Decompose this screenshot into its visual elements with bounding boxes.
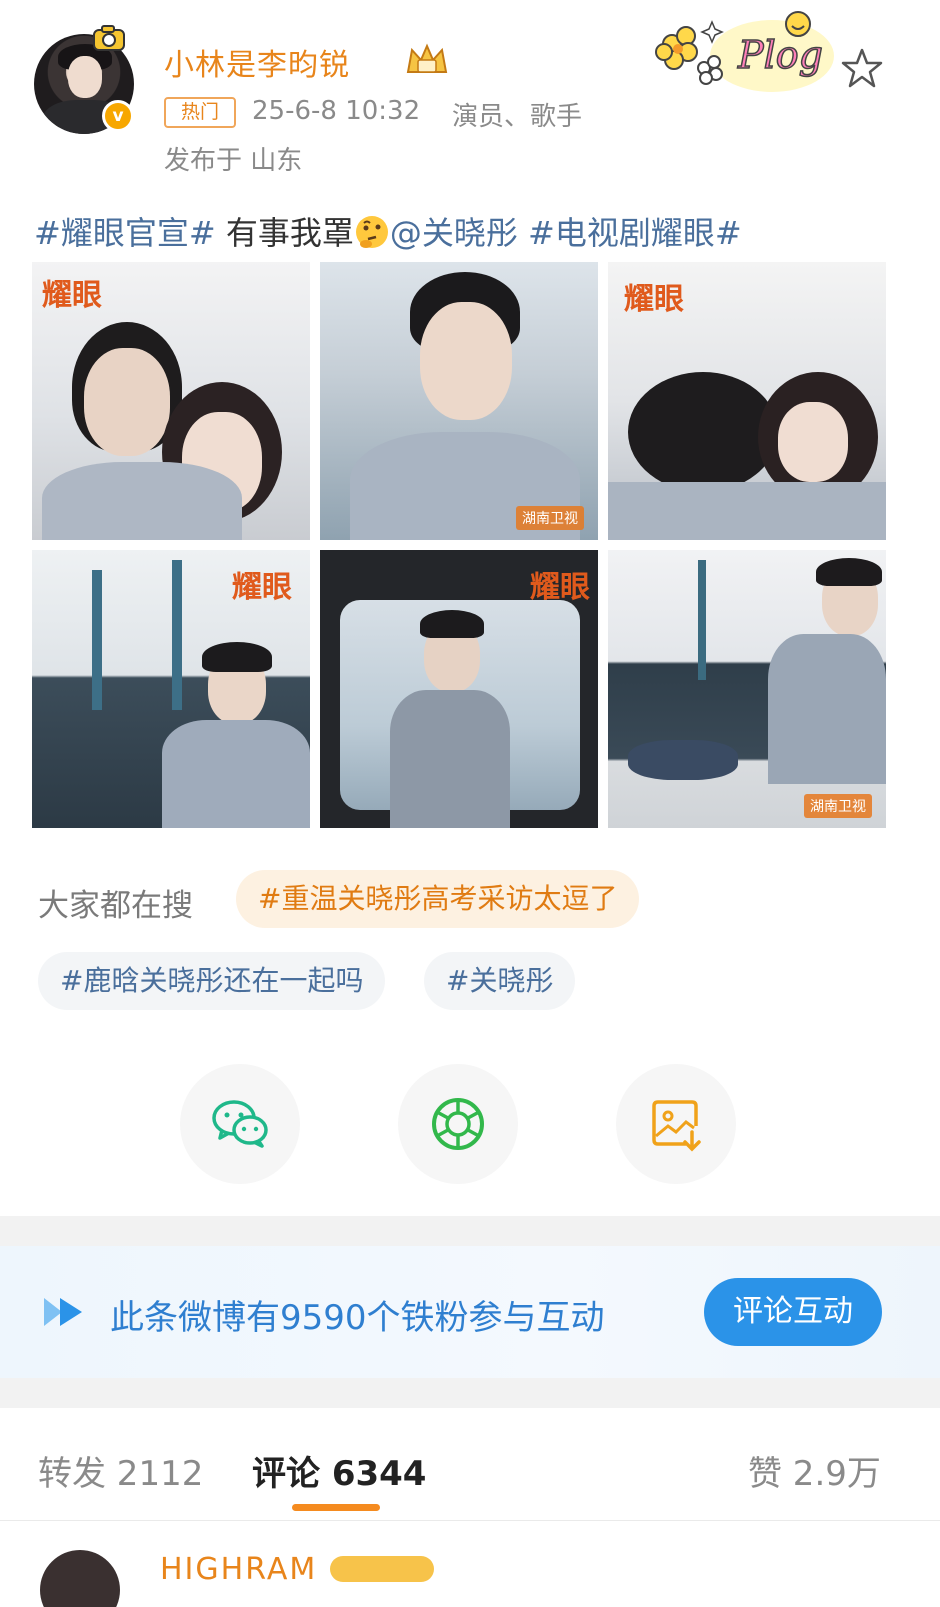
fan-badge (330, 1556, 434, 1582)
section-divider (0, 1378, 940, 1408)
photo-5[interactable]: 耀眼 (320, 550, 598, 828)
drama-logo: 耀眼 (624, 282, 684, 317)
fans-interaction-text: 此条微博有9590个铁粉参与互动 (110, 1298, 605, 1338)
save-image-button[interactable] (616, 1064, 736, 1184)
mention-link[interactable]: @关晓彤 (390, 214, 518, 252)
moments-icon (432, 1098, 484, 1150)
wechat-icon (212, 1100, 268, 1148)
fans-interaction-bar: 此条微博有9590个铁粉参与互动 评论互动 (0, 1246, 940, 1378)
tab-comment[interactable]: 评论 6344 (252, 1446, 426, 1495)
hashtag-link[interactable]: #耀眼官宣# (34, 214, 216, 252)
star-icon[interactable] (840, 46, 884, 90)
search-label: 大家都在搜 (38, 888, 193, 924)
trending-search-chip[interactable]: #重温关晓彤高考采访太逗了 (236, 870, 640, 928)
trending-search-chip[interactable]: #关晓彤 (424, 952, 576, 1010)
thinking-emoji-icon (355, 216, 388, 248)
section-divider (0, 1216, 940, 1246)
post-location: 发布于 山东 (164, 146, 303, 176)
svg-text:Plog: Plog (737, 33, 823, 77)
hot-tag: 热门 (164, 97, 236, 128)
avatar-face (68, 56, 102, 98)
tv-watermark: 湖南卫视 (516, 506, 584, 530)
username[interactable]: 小林是李昀锐 (164, 40, 350, 84)
drama-logo: 耀眼 (530, 570, 590, 605)
drama-logo: 耀眼 (232, 570, 292, 605)
camera-badge-icon (93, 25, 125, 51)
hashtag-link[interactable]: #电视剧耀眼# (518, 214, 742, 252)
trending-search-chip[interactable]: #鹿晗关晓彤还在一起吗 (38, 952, 386, 1010)
comment-avatar[interactable] (40, 1550, 120, 1607)
double-play-icon (44, 1298, 82, 1326)
photo-4[interactable]: 耀眼 (32, 550, 310, 828)
share-wechat-button[interactable] (180, 1064, 300, 1184)
user-role: 演员、歌手 (452, 102, 583, 132)
post-plain-text: 有事我罩 (215, 214, 354, 252)
tv-watermark: 湖南卫视 (804, 794, 872, 818)
plog-sticker-icon: Plog (655, 11, 834, 92)
photo-6[interactable]: 湖南卫视 (608, 550, 886, 828)
comment-username[interactable]: HIGHRAM (160, 1552, 317, 1587)
photo-1[interactable]: 耀眼 (32, 262, 310, 540)
verified-badge-icon: v (102, 100, 134, 132)
photo-2[interactable]: 湖南卫视 (320, 262, 598, 540)
tab-repost[interactable]: 转发 2112 (38, 1446, 203, 1495)
tab-like[interactable]: 赞 2.9万 (748, 1446, 881, 1495)
active-tab-indicator (292, 1504, 380, 1511)
drama-logo: 耀眼 (42, 278, 102, 313)
photo-3[interactable]: 耀眼 (608, 262, 886, 540)
comment-interact-button[interactable]: 评论互动 (704, 1278, 882, 1346)
tab-divider (0, 1520, 940, 1521)
post-text: #耀眼官宣# 有事我罩 @关晓彤 #电视剧耀眼# (34, 208, 742, 254)
crown-icon (406, 43, 448, 73)
post-time: 25-6-8 10:32 (252, 96, 421, 126)
share-moments-button[interactable] (398, 1064, 518, 1184)
save-image-icon (652, 1100, 701, 1152)
